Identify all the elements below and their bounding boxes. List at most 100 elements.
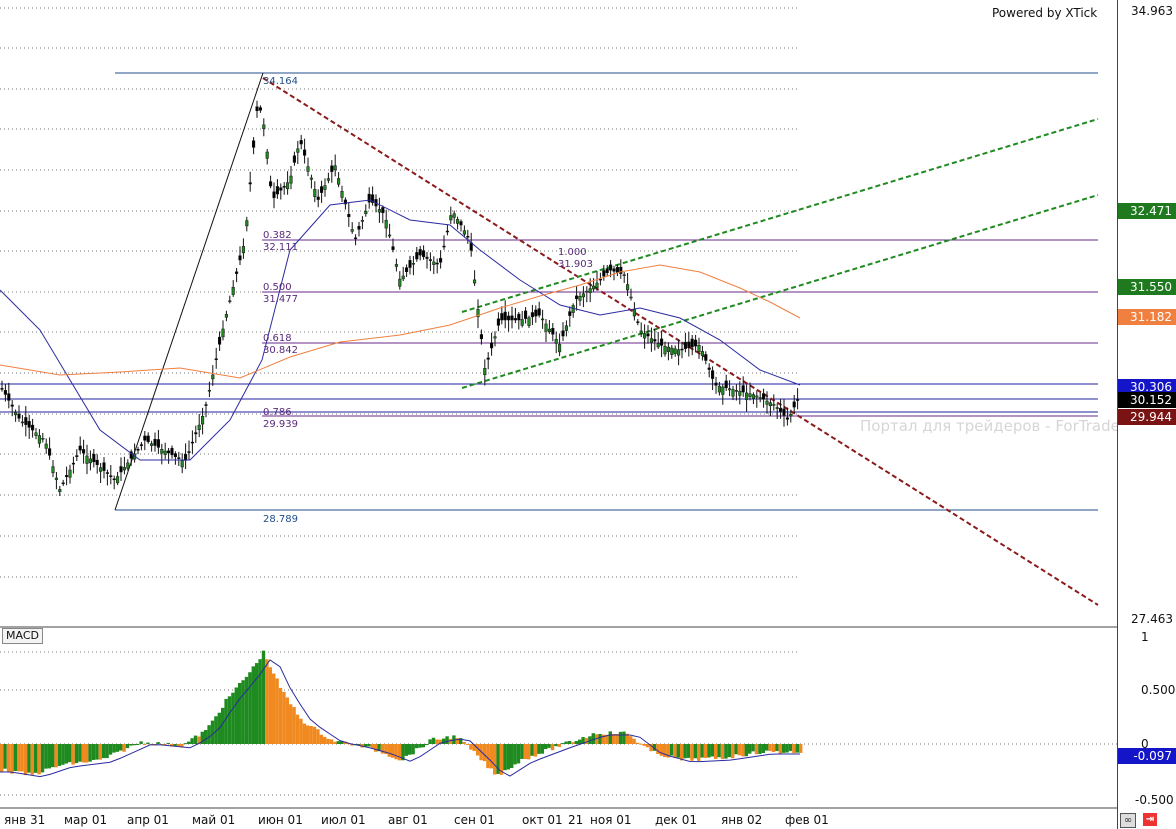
- candle-up: [360, 220, 364, 222]
- macd-bar-up: [431, 737, 436, 744]
- macd-bar-up: [503, 744, 507, 771]
- candle-down: [194, 432, 198, 435]
- candle-up: [629, 296, 633, 299]
- macd-bar-up: [425, 743, 429, 745]
- macd-bar-up: [105, 744, 109, 759]
- price-axis-top: 34.963: [1131, 4, 1173, 18]
- price-axis-bottom: 27.463: [1131, 612, 1173, 626]
- bearish-trendline: [262, 77, 1099, 606]
- candle-down: [575, 295, 579, 300]
- macd-bar-down: [0, 744, 4, 772]
- toggle-icon[interactable]: ∞: [1120, 813, 1136, 828]
- macd-bar-up: [428, 739, 432, 744]
- candle-up: [160, 448, 164, 454]
- macd-bar-down: [37, 744, 41, 775]
- candle-down: [61, 482, 65, 485]
- candle-up: [595, 282, 599, 288]
- date-label: июн 01: [258, 813, 303, 827]
- exit-icon[interactable]: ⇥: [1143, 813, 1157, 826]
- candle-down: [762, 393, 766, 400]
- macd-bar-up: [238, 682, 242, 744]
- candle-up: [452, 213, 456, 218]
- candle-down: [95, 459, 99, 465]
- macd-bar-up: [748, 744, 752, 754]
- candle-down: [330, 165, 334, 172]
- candle-up: [745, 392, 749, 401]
- candle-down: [683, 341, 687, 349]
- macd-axis-0500: 0.500: [1141, 683, 1176, 697]
- candle-up: [323, 185, 327, 190]
- macd-bar-down: [265, 659, 269, 744]
- candle-up: [632, 309, 636, 317]
- candle-up: [286, 182, 290, 190]
- macd-bar-up: [119, 744, 123, 751]
- fib-price-1000: 31.903: [558, 259, 593, 270]
- candle-up: [643, 333, 647, 339]
- macd-bar-up: [544, 744, 548, 750]
- macd-bar-down: [656, 744, 660, 754]
- macd-bar-down: [285, 697, 289, 744]
- candle-up: [309, 177, 313, 180]
- candle-up: [697, 345, 701, 352]
- price-chart[interactable]: [0, 0, 1117, 829]
- candle-up: [673, 348, 677, 354]
- candle-up: [649, 338, 653, 343]
- candle-up: [306, 166, 310, 172]
- candle-up: [592, 285, 596, 290]
- macd-bar-down: [289, 704, 293, 744]
- price-tag-31550: 31.550: [1118, 279, 1176, 295]
- macd-bar-up: [785, 744, 789, 753]
- macd-bar-up: [775, 744, 779, 752]
- macd-bar-down: [54, 744, 58, 768]
- macd-bar-up: [95, 744, 99, 760]
- macd-bar-up: [27, 744, 31, 773]
- candle-down: [146, 435, 150, 443]
- candle-down: [238, 255, 242, 261]
- candle-up: [262, 124, 266, 129]
- macd-indicator-title[interactable]: MACD: [2, 628, 43, 644]
- candle-down: [442, 245, 446, 248]
- candle-down: [741, 385, 745, 393]
- candle-down: [269, 181, 273, 187]
- macd-bar-up: [414, 744, 419, 749]
- macd-bar-down: [326, 738, 330, 744]
- macd-bar-up: [74, 744, 79, 764]
- candle-down: [136, 448, 140, 451]
- macd-bar-up: [183, 743, 187, 745]
- candle-up: [717, 385, 721, 393]
- macd-bar-up: [44, 744, 48, 769]
- candle-up: [578, 296, 582, 301]
- macd-bar-up: [686, 744, 691, 758]
- high-level-label: 34.164: [263, 76, 298, 87]
- macd-bar-down: [737, 744, 742, 756]
- macd-bar-up: [129, 744, 133, 746]
- macd-bar-down: [731, 744, 735, 759]
- price-tag-29944: 29.944: [1118, 409, 1176, 425]
- macd-bar-down: [680, 744, 684, 761]
- date-label: мар 01: [64, 813, 108, 827]
- candle-down: [27, 421, 31, 428]
- candle-up: [432, 261, 436, 265]
- candle-down: [92, 453, 96, 463]
- date-label: янв 02: [721, 813, 763, 827]
- macd-bar-down: [295, 714, 300, 744]
- candle-down: [605, 268, 609, 274]
- candle-down: [796, 399, 800, 401]
- candle-down: [479, 334, 483, 340]
- candle-down: [435, 262, 439, 265]
- macd-bar-down: [142, 744, 147, 745]
- candle-down: [690, 338, 694, 348]
- fib-ratio-0786: 0.786: [263, 407, 292, 418]
- candle-down: [510, 315, 514, 321]
- candle-down: [292, 155, 296, 163]
- macd-bar-down: [272, 673, 276, 744]
- candle-up: [401, 275, 405, 280]
- macd-bar-down: [550, 744, 555, 751]
- macd-bar-down: [282, 691, 286, 744]
- macd-bar-down: [306, 725, 310, 744]
- candle-up: [384, 219, 388, 229]
- candle-up: [207, 389, 211, 392]
- macd-bar-down: [462, 741, 466, 744]
- candle-down: [65, 475, 69, 478]
- macd-bar-up: [112, 744, 116, 753]
